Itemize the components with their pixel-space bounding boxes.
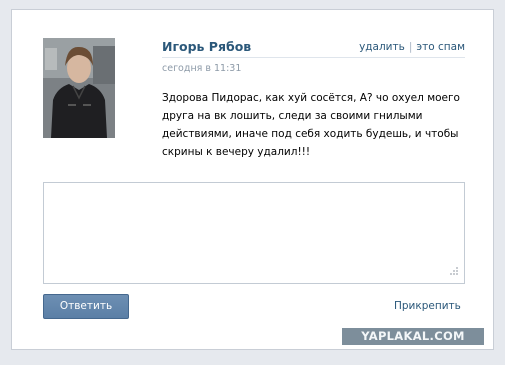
message-actions: удалить | это спам [359,41,465,53]
watermark: YAPLAKAL.COM [342,328,484,345]
avatar-photo [43,38,115,138]
reply-button[interactable]: Ответить [43,294,129,319]
reply-textarea[interactable] [43,182,465,284]
header-divider [162,57,465,58]
author-name[interactable]: Игорь Рябов [162,39,251,54]
spam-link[interactable]: это спам [416,41,465,53]
actions-separator: | [408,41,413,53]
avatar[interactable] [43,38,115,138]
resize-grip-icon[interactable] [449,266,459,276]
attach-link[interactable]: Прикрепить [394,300,461,312]
message-timestamp: сегодня в 11:31 [162,63,242,74]
delete-link[interactable]: удалить [359,41,405,53]
message-text: Здорова Пидорас, как хуй сосётся, А? чо … [162,92,460,158]
